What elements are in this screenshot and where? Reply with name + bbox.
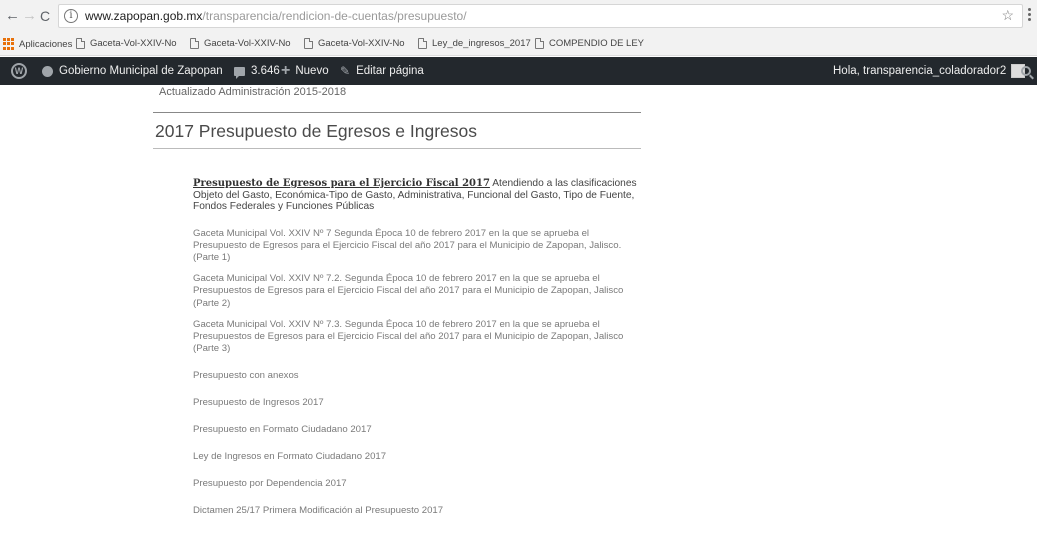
gaceta-link[interactable]: Gaceta Municipal Vol. XXIV Nº 7.3. Segun…	[193, 319, 643, 356]
bookmark-label: Aplicaciones	[19, 38, 73, 50]
bookmark-apps[interactable]: Aplicaciones	[3, 38, 72, 50]
browser-menu-icon[interactable]	[1028, 8, 1032, 22]
bookmark-item[interactable]: Gaceta-Vol-XXIV-No	[304, 38, 405, 49]
comments-count: 3.646	[251, 65, 280, 77]
page-icon	[304, 38, 313, 49]
page-icon	[76, 38, 85, 49]
bookmark-item[interactable]: Ley_de_ingresos_2017	[418, 38, 531, 49]
page-icon	[190, 38, 199, 49]
apps-grid-icon	[3, 38, 15, 50]
page-icon	[535, 38, 544, 49]
budget-link[interactable]: Presupuesto de Egresos para el Ejercicio…	[193, 178, 490, 189]
bookmark-item[interactable]: COMPENDIO DE LEY	[535, 38, 644, 49]
admin-bar: W Gobierno Municipal de Zapopan 3.646 + …	[0, 57, 1037, 85]
updated-note: Actualizado Administración 2015-2018	[159, 86, 347, 98]
gaceta-link[interactable]: Gaceta Municipal Vol. XXIV Nº 7.2. Segun…	[193, 273, 643, 310]
search-icon[interactable]	[1021, 57, 1031, 85]
bookmark-label: COMPENDIO DE LEY	[549, 38, 645, 49]
edit-label: Editar página	[356, 65, 424, 77]
star-icon[interactable]: ☆	[1001, 7, 1014, 24]
new-label: Nuevo	[295, 65, 329, 77]
page-icon	[418, 38, 427, 49]
comments-link[interactable]: 3.646	[234, 57, 280, 85]
wordpress-logo-icon[interactable]: W	[11, 63, 27, 79]
budget-description: Presupuesto de Egresos para el Ejercicio…	[193, 178, 643, 213]
bookmark-item[interactable]: Gaceta-Vol-XXIV-No	[190, 38, 291, 49]
new-content-link[interactable]: + Nuevo	[281, 57, 329, 85]
comment-icon	[234, 66, 245, 79]
address-bar[interactable]: i www.zapopan.gob.mx/transparencia/rendi…	[58, 4, 1023, 28]
divider	[153, 112, 641, 113]
greeting: Hola, transparencia_coladorador2	[833, 65, 1007, 77]
pencil-icon: ✎	[340, 64, 351, 78]
bookmark-label: Gaceta-Vol-XXIV-No	[318, 38, 405, 49]
back-button[interactable]: ←	[5, 8, 20, 24]
info-icon[interactable]: i	[64, 9, 78, 23]
site-name-link[interactable]: Gobierno Municipal de Zapopan	[42, 57, 223, 85]
home-icon	[42, 65, 53, 77]
account-menu[interactable]: Hola, transparencia_coladorador2	[833, 57, 1026, 85]
url-text[interactable]: www.zapopan.gob.mx/transparencia/rendici…	[85, 9, 467, 23]
content-list: Presupuesto de Egresos para el Ejercicio…	[193, 178, 643, 532]
bookmark-label: Gaceta-Vol-XXIV-No	[90, 38, 177, 49]
url-host: www.zapopan.gob.mx	[85, 9, 203, 23]
edit-page-link[interactable]: ✎ Editar página	[340, 57, 424, 85]
gaceta-link[interactable]: Gaceta Municipal Vol. XXIV Nº 7 Segunda …	[193, 228, 643, 265]
plus-icon: +	[281, 62, 291, 79]
document-link[interactable]: Presupuesto por Dependencia 2017	[193, 478, 643, 490]
bookmarks-bar: Aplicaciones Gaceta-Vol-XXIV-No Gaceta-V…	[0, 33, 1037, 56]
document-link[interactable]: Dictamen 25/17 Primera Modificación al P…	[193, 505, 643, 517]
site-name: Gobierno Municipal de Zapopan	[59, 65, 223, 77]
bookmark-label: Ley_de_ingresos_2017	[432, 38, 531, 49]
bookmark-label: Gaceta-Vol-XXIV-No	[204, 38, 291, 49]
bookmark-item[interactable]: Gaceta-Vol-XXIV-No	[76, 38, 177, 49]
document-link[interactable]: Presupuesto en Formato Ciudadano 2017	[193, 424, 643, 436]
reload-button[interactable]: C	[40, 8, 50, 24]
forward-button[interactable]: →	[22, 8, 37, 24]
browser-toolbar: ← → C i www.zapopan.gob.mx/transparencia…	[0, 0, 1037, 33]
url-path: /transparencia/rendicion-de-cuentas/pres…	[202, 9, 467, 23]
divider	[153, 148, 641, 149]
document-link[interactable]: Presupuesto con anexos	[193, 370, 643, 382]
document-link[interactable]: Presupuesto de Ingresos 2017	[193, 397, 643, 409]
document-link[interactable]: Ley de Ingresos en Formato Ciudadano 201…	[193, 451, 643, 463]
section-title: 2017 Presupuesto de Egresos e Ingresos	[155, 121, 478, 141]
